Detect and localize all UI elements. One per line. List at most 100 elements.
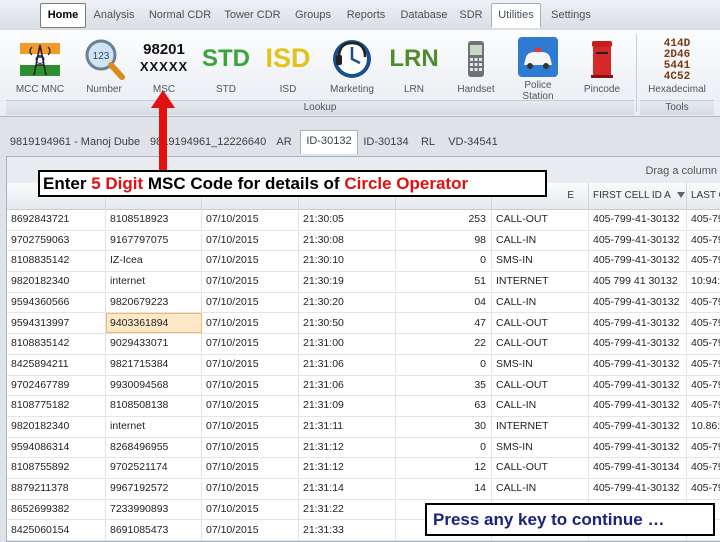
table-cell[interactable]: 07/10/2015: [202, 457, 299, 478]
handset-button[interactable]: Handset: [448, 33, 504, 95]
table-cell[interactable]: 07/10/2015: [202, 291, 299, 312]
table-cell[interactable]: 07/10/2015: [202, 229, 299, 250]
table-cell[interactable]: CALL-IN: [492, 395, 589, 416]
table-cell[interactable]: SMS-IN: [492, 353, 589, 374]
pincode-button[interactable]: Pincode: [574, 33, 630, 95]
table-cell[interactable]: 21:31:06: [299, 353, 396, 374]
table-cell[interactable]: 8268496955: [106, 436, 202, 457]
table-cell[interactable]: 9821715384: [106, 353, 202, 374]
table-cell[interactable]: CALL-OUT: [492, 312, 589, 333]
table-cell[interactable]: 405-799-41-30132: [589, 416, 687, 436]
table-cell[interactable]: 10:94:2: [687, 271, 720, 291]
table-cell[interactable]: 405-799: [687, 395, 720, 415]
table-cell[interactable]: 405-799: [687, 209, 720, 229]
table-cell[interactable]: 21:31:12: [299, 436, 396, 457]
table-cell[interactable]: 8425894211: [7, 353, 106, 374]
table-cell[interactable]: 7233990893: [106, 498, 202, 519]
table-cell[interactable]: 9820182340: [7, 271, 106, 292]
table-cell[interactable]: CALL-IN: [492, 229, 589, 250]
table-cell[interactable]: 04: [396, 291, 492, 312]
table-cell[interactable]: 07/10/2015: [202, 250, 299, 271]
table-cell[interactable]: 405-799: [687, 354, 720, 374]
table-row[interactable]: 8108755892 9702521174 07/10/2015 21:31:12 12…: [7, 457, 720, 480]
table-cell[interactable]: 07/10/2015: [202, 374, 299, 395]
table-cell[interactable]: 07/10/2015: [202, 519, 299, 540]
table-cell[interactable]: 14: [396, 478, 492, 499]
table-row[interactable]: 9594086314 8268496955 07/10/2015 21:31:12 0 S…: [7, 436, 720, 459]
table-cell[interactable]: 9820679223: [106, 291, 202, 312]
table-cell[interactable]: 12: [396, 457, 492, 478]
mcc-mnc-button[interactable]: MCC MNC: [10, 33, 70, 95]
table-row[interactable]: 8108835142 9029433071 07/10/2015 21:31:00 22…: [7, 333, 720, 355]
table-cell[interactable]: CALL-OUT: [492, 374, 589, 395]
table-cell[interactable]: 405-799-41-30132: [589, 395, 687, 416]
table-cell[interactable]: INTERNET: [492, 416, 589, 436]
table-cell[interactable]: 405-799: [687, 230, 720, 250]
table-cell[interactable]: CALL-OUT: [492, 209, 589, 229]
table-cell[interactable]: 30: [396, 416, 492, 436]
table-cell[interactable]: 8108835142: [7, 333, 106, 354]
table-cell[interactable]: 98: [396, 229, 492, 250]
table-cell[interactable]: 9167797075: [106, 229, 202, 250]
table-cell[interactable]: 8691085473: [106, 519, 202, 540]
table-cell[interactable]: 0: [396, 250, 492, 271]
table-cell[interactable]: 47: [396, 312, 492, 333]
tab-rl[interactable]: RL: [418, 132, 438, 152]
table-cell[interactable]: 07/10/2015: [202, 209, 299, 229]
tab-id-30134[interactable]: ID-30134: [360, 132, 412, 152]
menu-utilities[interactable]: Utilities: [491, 3, 541, 28]
table-cell[interactable]: 8425060154: [7, 519, 106, 540]
col-header-first-cell-id-a[interactable]: FIRST CELL ID A: [589, 183, 687, 209]
table-cell[interactable]: 405-799: [687, 333, 720, 353]
number-button[interactable]: 123 Number: [76, 33, 132, 95]
table-cell[interactable]: 07/10/2015: [202, 271, 299, 292]
table-cell[interactable]: 21:31:14: [299, 478, 396, 499]
table-row[interactable]: 9702759063 9167797075 07/10/2015 21:30:08 98…: [7, 229, 720, 252]
table-cell[interactable]: 21:30:50: [299, 312, 396, 333]
table-cell[interactable]: 35: [396, 374, 492, 395]
table-row[interactable]: 9702467789 9930094568 07/10/2015 21:31:06 35…: [7, 374, 720, 397]
table-cell[interactable]: 405-799: [687, 478, 720, 498]
table-row[interactable]: 9594313997 9403361894 07/10/2015 21:30:50 47…: [7, 312, 720, 335]
table-cell[interactable]: 07/10/2015: [202, 312, 299, 333]
table-cell[interactable]: 405-799-41-30132: [589, 333, 687, 354]
table-row[interactable]: 9820182340 internet 07/10/2015 21:30:19 51 IN…: [7, 271, 720, 293]
tab-id-30132[interactable]: ID-30132: [300, 130, 358, 154]
table-cell[interactable]: 9594086314: [7, 436, 106, 457]
table-cell[interactable]: INTERNET: [492, 271, 589, 292]
menu-home[interactable]: Home: [40, 3, 86, 28]
tab-manoj-dube[interactable]: 9819194961 - Manoj Dube: [8, 132, 142, 152]
table-cell[interactable]: 07/10/2015: [202, 333, 299, 354]
table-cell[interactable]: 9820182340: [7, 416, 106, 436]
table-cell[interactable]: 9702759063: [7, 229, 106, 250]
table-cell[interactable]: 9702467789: [7, 374, 106, 395]
menu-groups[interactable]: Groups: [288, 3, 338, 28]
tab-ar[interactable]: AR: [272, 132, 296, 152]
table-cell[interactable]: IZ-Icea: [106, 250, 202, 271]
menu-reports[interactable]: Reports: [340, 3, 392, 28]
table-cell[interactable]: 405-799: [687, 250, 720, 270]
table-cell[interactable]: 8108755892: [7, 457, 106, 478]
table-cell[interactable]: 405 799 41 30132: [589, 271, 687, 292]
table-cell[interactable]: 405-799-41-30132: [589, 250, 687, 271]
table-cell[interactable]: 8879211378: [7, 478, 106, 499]
table-cell[interactable]: SMS-IN: [492, 250, 589, 271]
lrn-button[interactable]: LRN LRN: [386, 33, 442, 95]
table-cell[interactable]: 9967192572: [106, 478, 202, 499]
table-row[interactable]: 8425894211 9821715384 07/10/2015 21:31:06 0 S…: [7, 353, 720, 376]
table-cell[interactable]: internet: [106, 416, 202, 436]
table-cell[interactable]: CALL-IN: [492, 478, 589, 499]
table-cell[interactable]: 9702521174: [106, 457, 202, 478]
table-cell[interactable]: 07/10/2015: [202, 436, 299, 457]
table-row[interactable]: 8879211378 9967192572 07/10/2015 21:31:14 14…: [7, 478, 720, 500]
table-cell[interactable]: 07/10/2015: [202, 395, 299, 416]
table-cell[interactable]: 405-799-41-30132: [589, 229, 687, 250]
table-cell[interactable]: 405-799-41-30132: [589, 353, 687, 374]
table-cell[interactable]: 405-799: [687, 292, 720, 312]
table-cell[interactable]: 405-799: [687, 375, 720, 395]
table-cell[interactable]: 9403361894: [106, 312, 202, 333]
table-cell[interactable]: 21:31:09: [299, 395, 396, 416]
police-station-button[interactable]: Police Station: [508, 33, 568, 102]
table-cell[interactable]: 10.86:1: [687, 416, 720, 436]
table-cell[interactable]: 405-799-41-30132: [589, 291, 687, 312]
